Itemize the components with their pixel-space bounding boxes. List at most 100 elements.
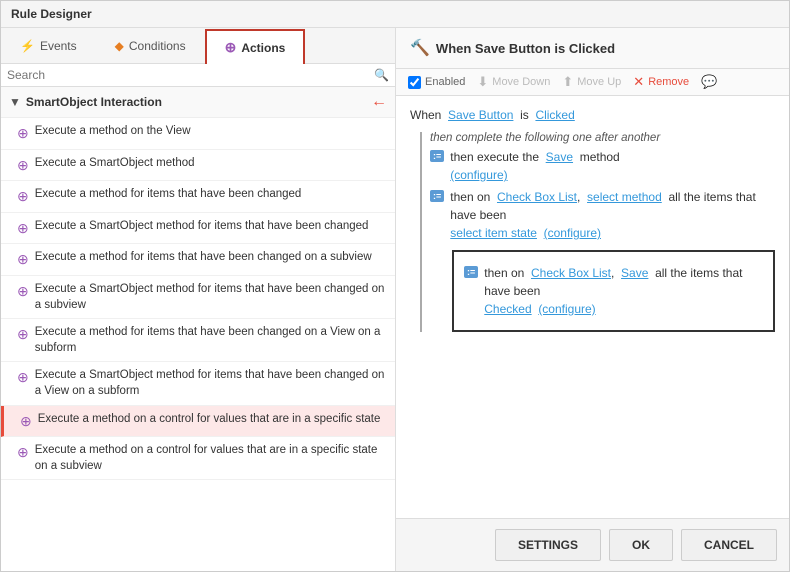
collapse-icon[interactable]: ▼ (9, 95, 21, 109)
action-text-2: then on Check Box List, select method al… (450, 188, 775, 242)
list-item[interactable]: ⊕ Execute a method for items that have b… (1, 319, 395, 362)
left-list: ▼ SmartObject Interaction ← ⊕ Execute a … (1, 87, 395, 571)
add-icon: ⊕ (17, 124, 29, 144)
trigger-line: When Save Button is Clicked (410, 108, 775, 122)
toolbar-comment[interactable]: 💬 (701, 74, 717, 90)
action2-method-link[interactable]: select method (587, 190, 662, 204)
trigger-button-link[interactable]: Save Button (448, 108, 513, 122)
add-icon: ⊕ (17, 219, 29, 239)
bottom-bar: SETTINGS OK CANCEL (396, 518, 789, 571)
flow-label: then complete the following one after an… (430, 132, 775, 144)
cancel-button[interactable]: CANCEL (681, 529, 777, 561)
action3-prefix: then on (484, 266, 524, 280)
tab-events[interactable]: ⚡ Events (1, 28, 96, 63)
highlighted-action-box: := then on Check Box List, Save all the … (452, 250, 775, 332)
dialog-title: Rule Designer (11, 7, 92, 21)
action3-state-link[interactable]: Checked (484, 302, 531, 316)
action-line-3: := then on Check Box List, Save all the … (464, 264, 763, 318)
tab-actions[interactable]: ⊕ Actions (205, 29, 306, 64)
list-item-label: Execute a method for items that have bee… (35, 324, 387, 356)
move-down-label: Move Down (492, 76, 550, 88)
list-item[interactable]: ⊕ Execute a SmartObject method (1, 150, 395, 182)
action3-configure-link[interactable]: (configure) (538, 302, 595, 316)
action3-control-link[interactable]: Check Box List (531, 266, 611, 280)
add-icon: ⊕ (17, 250, 29, 270)
action1-suffix: method (580, 150, 620, 164)
list-item-label: Execute a method for items that have bee… (35, 249, 372, 265)
toolbar: Enabled ⬇ Move Down ⬆ Move Up ✕ Remove 💬 (396, 69, 789, 96)
remove-label: Remove (648, 76, 689, 88)
list-item-highlighted[interactable]: ⊕ Execute a method on a control for valu… (1, 406, 395, 438)
list-item-label: Execute a method on a control for values… (35, 442, 387, 474)
action-icon-2: := (430, 190, 444, 202)
action2-prefix: then on (450, 190, 490, 204)
events-icon: ⚡ (20, 39, 35, 53)
tab-conditions[interactable]: ◆ Conditions (96, 28, 205, 63)
action2-comma: , (577, 190, 580, 204)
action2-configure-link[interactable]: (configure) (544, 226, 601, 240)
move-up-label: Move Up (577, 76, 621, 88)
list-item[interactable]: ⊕ Execute a SmartObject method for items… (1, 276, 395, 319)
list-item[interactable]: ⊕ Execute a SmartObject method for items… (1, 362, 395, 405)
list-item[interactable]: ⊕ Execute a method on the View (1, 118, 395, 150)
list-item-label: Execute a SmartObject method for items t… (35, 218, 369, 234)
tab-actions-label: Actions (241, 41, 285, 55)
right-header: 🔨 When Save Button is Clicked (396, 28, 789, 69)
search-bar: 🔍 (1, 64, 395, 87)
list-item-label: Execute a SmartObject method for items t… (35, 281, 387, 313)
remove-icon: ✕ (633, 74, 644, 90)
action-text-1: then execute the Save method (configure) (450, 148, 619, 184)
tab-events-label: Events (40, 39, 77, 53)
action2-state-link[interactable]: select item state (450, 226, 537, 240)
add-icon: ⊕ (20, 412, 32, 432)
enabled-checkbox[interactable] (408, 76, 421, 89)
list-item[interactable]: ⊕ Execute a method for items that have b… (1, 181, 395, 213)
add-icon: ⊕ (17, 325, 29, 345)
action-text-3: then on Check Box List, Save all the ite… (484, 264, 763, 318)
right-panel: 🔨 When Save Button is Clicked Enabled ⬇ … (396, 28, 789, 571)
trigger-is: is (520, 108, 529, 122)
action2-control-link[interactable]: Check Box List (497, 190, 577, 204)
move-up-icon: ⬆ (562, 74, 573, 90)
action-icon-3: := (464, 266, 478, 278)
action3-comma: , (611, 266, 614, 280)
hammer-icon: 🔨 (410, 38, 430, 58)
add-icon: ⊕ (17, 187, 29, 207)
action1-prefix: then execute the (450, 150, 539, 164)
action3-method-link[interactable]: Save (621, 266, 648, 280)
toolbar-move-down[interactable]: ⬇ Move Down (477, 74, 550, 90)
settings-button[interactable]: SETTINGS (495, 529, 601, 561)
add-icon: ⊕ (17, 443, 29, 463)
toolbar-move-up[interactable]: ⬆ Move Up (562, 74, 621, 90)
trigger-when: When (410, 108, 441, 122)
action1-method-link[interactable]: Save (546, 150, 573, 164)
toolbar-remove[interactable]: ✕ Remove (633, 74, 689, 90)
search-input[interactable] (7, 68, 374, 82)
list-item[interactable]: ⊕ Execute a method for items that have b… (1, 244, 395, 276)
add-icon: ⊕ (17, 156, 29, 176)
comment-icon: 💬 (701, 74, 717, 90)
action-line-1: := then execute the Save method (configu… (430, 148, 775, 184)
tabs-bar: ⚡ Events ◆ Conditions ⊕ Actions (1, 28, 395, 64)
arrow-indicator: ← (371, 93, 387, 111)
list-item[interactable]: ⊕ Execute a SmartObject method for items… (1, 213, 395, 245)
rule-designer-dialog: Rule Designer ⚡ Events ◆ Conditions ⊕ Ac… (0, 0, 790, 572)
action1-configure-link[interactable]: (configure) (450, 168, 507, 182)
list-item-label: Execute a method on the View (35, 123, 191, 139)
actions-icon: ⊕ (225, 39, 237, 56)
section-header: ▼ SmartObject Interaction ← (1, 87, 395, 118)
list-item-label: Execute a SmartObject method (35, 155, 195, 171)
enabled-label: Enabled (425, 76, 465, 88)
add-icon: ⊕ (17, 368, 29, 388)
ok-button[interactable]: OK (609, 529, 673, 561)
toolbar-enabled[interactable]: Enabled (408, 76, 465, 89)
tab-conditions-label: Conditions (129, 39, 186, 53)
list-item[interactable]: ⊕ Execute a method on a control for valu… (1, 437, 395, 480)
trigger-event-link[interactable]: Clicked (535, 108, 574, 122)
right-header-title: When Save Button is Clicked (436, 41, 615, 56)
title-bar: Rule Designer (1, 1, 789, 28)
move-down-icon: ⬇ (477, 74, 488, 90)
section-label: SmartObject Interaction (26, 95, 162, 109)
list-item-label: Execute a method on a control for values… (38, 411, 381, 427)
search-icon: 🔍 (374, 68, 389, 82)
